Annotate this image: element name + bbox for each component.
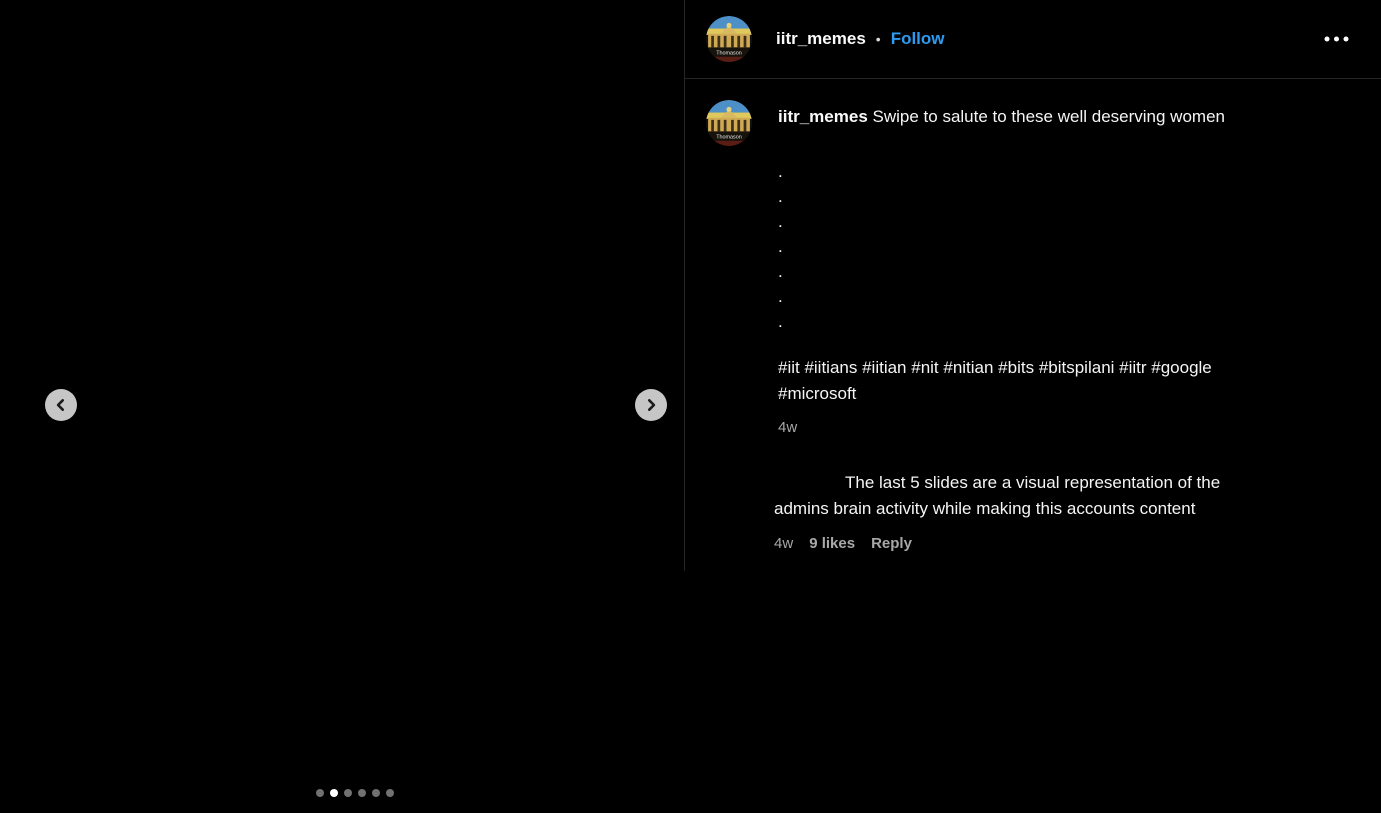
caption-username[interactable]: iitr_memes bbox=[778, 107, 868, 126]
avatar-text: Thomason bbox=[716, 135, 742, 141]
comment-text: The last 5 slides are a visual represent… bbox=[774, 470, 1314, 522]
header-username[interactable]: iitr_memes bbox=[776, 29, 866, 49]
caption-dot-lines: ....... bbox=[778, 159, 1312, 334]
caption-dot-line: . bbox=[778, 309, 1312, 334]
caption-timestamp: 4w bbox=[778, 418, 1312, 438]
carousel-dots bbox=[316, 789, 394, 797]
carousel-prev-button[interactable] bbox=[45, 389, 77, 421]
caption-dot-line: . bbox=[778, 159, 1312, 184]
caption-dot-line: . bbox=[778, 284, 1312, 309]
caption-hashtags[interactable]: #iit #iitians #iitian #nit #nitian #bits… bbox=[778, 355, 1312, 407]
avatar-text: Thomason bbox=[716, 51, 742, 57]
carousel-dot bbox=[316, 789, 324, 797]
chevron-right-icon bbox=[644, 398, 658, 412]
caption-text: Swipe to salute to these well deserving … bbox=[873, 107, 1225, 126]
carousel-dot bbox=[358, 789, 366, 797]
caption-dot-line: . bbox=[778, 259, 1312, 284]
comment: The last 5 slides are a visual represent… bbox=[774, 470, 1314, 552]
caption-row: Thomason iitr_memes Swipe to salute to t… bbox=[706, 100, 1357, 438]
caption-avatar[interactable]: Thomason bbox=[706, 100, 752, 146]
comment-likes[interactable]: 9 likes bbox=[809, 535, 855, 552]
caption-dot-line: . bbox=[778, 209, 1312, 234]
carousel-dot bbox=[330, 789, 338, 797]
comment-reply-button[interactable]: Reply bbox=[871, 535, 912, 552]
carousel-next-button[interactable] bbox=[635, 389, 667, 421]
post-media-pane bbox=[0, 0, 684, 813]
comment-timestamp: 4w bbox=[774, 535, 793, 552]
carousel-dot bbox=[344, 789, 352, 797]
caption-body: iitr_memes Swipe to salute to these well… bbox=[778, 100, 1312, 438]
comments-section: Thomason iitr_memes Swipe to salute to t… bbox=[685, 79, 1381, 552]
caption-dot-line: . bbox=[778, 184, 1312, 209]
post-header: Thomason iitr_memes • Follow bbox=[685, 0, 1381, 79]
caption-dot-line: . bbox=[778, 234, 1312, 259]
post-details-pane: Thomason iitr_memes • Follow bbox=[685, 0, 1381, 813]
caption-line: iitr_memes Swipe to salute to these well… bbox=[778, 104, 1312, 130]
more-options-button[interactable] bbox=[1321, 29, 1352, 49]
carousel-dot bbox=[372, 789, 380, 797]
chevron-left-icon bbox=[54, 398, 68, 412]
comment-footer: 4w 9 likes Reply bbox=[774, 535, 1314, 552]
ellipsis-icon bbox=[1323, 35, 1350, 43]
username-follow-separator: • bbox=[876, 31, 881, 47]
profile-avatar[interactable]: Thomason bbox=[706, 16, 752, 62]
carousel-dot bbox=[386, 789, 394, 797]
follow-button[interactable]: Follow bbox=[891, 29, 945, 49]
